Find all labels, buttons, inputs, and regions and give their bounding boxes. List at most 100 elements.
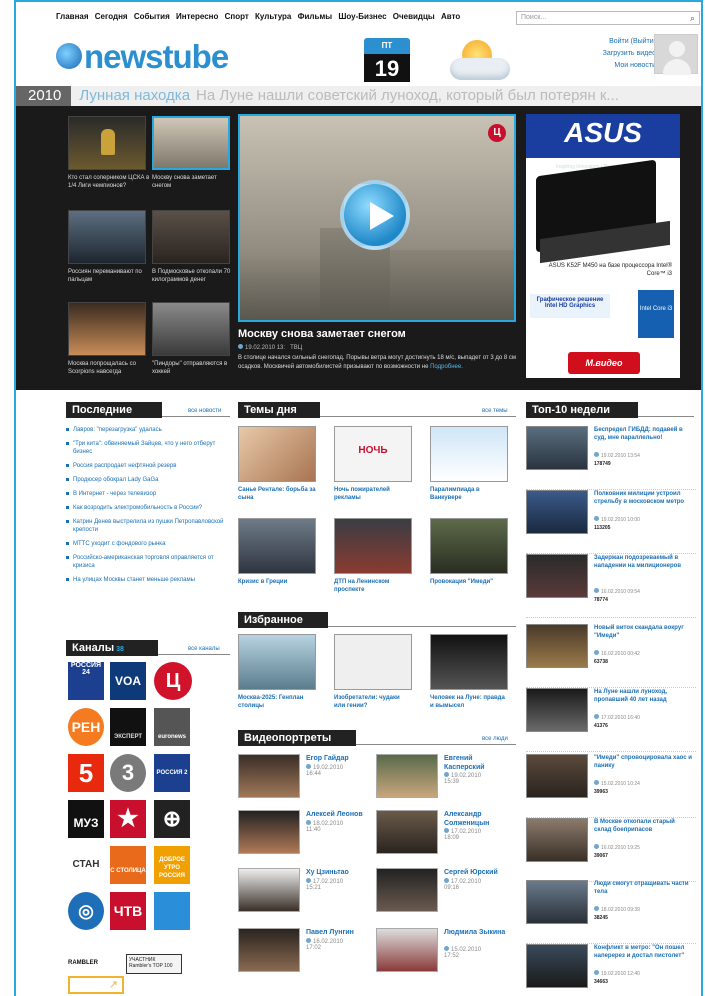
rambler-counter[interactable]: RAMBLER [68, 960, 98, 966]
featured-thumb[interactable] [68, 210, 146, 264]
list-item[interactable]: Россия распродает нефтяной резерв [66, 462, 230, 470]
portrait-item[interactable]: Егор Гайдар 19.02.2010 16:44 [238, 754, 378, 804]
clock-icon [444, 828, 449, 833]
theme-tile[interactable]: Провокация "Имеди" [430, 518, 508, 586]
top10-item[interactable]: Конфликт в метро: "Он пошел наперерез и … [526, 944, 696, 996]
channel-logo[interactable]: РЕН [68, 708, 104, 746]
portrait-item[interactable]: Александр Солженицын 17.02.2010 18:09 [376, 810, 516, 860]
more-link[interactable]: Подробнее. [430, 364, 463, 370]
theme-tile[interactable]: НОЧЬ Ночь пожирателей рекламы [334, 426, 412, 502]
channel-logo[interactable]: ◎ [68, 892, 104, 930]
list-item[interactable]: В Интернет - через телевизор [66, 490, 230, 498]
list-item[interactable]: Лавров: "перезагрузка" удалась [66, 426, 230, 434]
channel-logo[interactable]: VOA [110, 662, 146, 700]
upload-link[interactable]: Загрузить видео [576, 48, 656, 60]
top10-item[interactable]: Задержан подозреваемый в нападении на ми… [526, 554, 696, 618]
portrait-item[interactable]: Сергей Юрский 17.02.2010 09:16 [376, 868, 516, 918]
avatar[interactable] [654, 34, 698, 75]
featured-caption[interactable]: В Подмосковье откопали 70 килограммов де… [152, 268, 234, 284]
featured-thumb[interactable] [152, 210, 230, 264]
top10-item[interactable]: Люди смогут отращивать части тела 18.02.2… [526, 880, 696, 944]
nav-item[interactable]: Спорт [225, 12, 249, 21]
nav-item[interactable]: Шоу-Бизнес [338, 12, 386, 21]
channel-logo[interactable]: ★ [110, 800, 146, 838]
portraits-all-link[interactable]: все люди [482, 736, 508, 742]
channel-logo[interactable]: euronews [154, 708, 190, 746]
rambler-top100-badge[interactable]: УЧАСТНИК Rambler's TOP 100 [126, 954, 182, 974]
news-ticker: 2010 Лунная находка На Луне нашли советски… [16, 86, 701, 106]
featured-caption[interactable]: Москву снова заметает снегом [152, 174, 234, 190]
main-video-description: В столице начался сильный снегопад. Поры… [238, 355, 516, 370]
favorite-tile[interactable]: Изобретатели: чудаки или гении? [334, 634, 412, 710]
featured-caption[interactable]: Россиян переманивают по пальцам [68, 268, 150, 284]
favorite-tile[interactable]: Москва-2025: Генплан столицы [238, 634, 316, 710]
list-item[interactable]: Российско-американская торговля оправляе… [66, 554, 230, 570]
channel-logo[interactable]: СТАН [68, 846, 104, 884]
channel-logo[interactable]: 5 [68, 754, 104, 792]
featured-thumb[interactable] [152, 116, 230, 170]
favorite-tile[interactable]: Человек на Луне: правда и вымысел [430, 634, 508, 710]
theme-tile[interactable]: Кризис в Греции [238, 518, 316, 586]
nav-item[interactable]: Сегодня [95, 12, 128, 21]
channel-logo[interactable]: РОССИЯ 2 [154, 754, 190, 792]
featured-caption[interactable]: "Пиндоры" отправляются в хоккей [152, 360, 234, 376]
featured-thumb[interactable] [68, 302, 146, 356]
channel-logo[interactable]: ЭКСПЕРТ [110, 708, 146, 746]
nav-item[interactable]: Интересно [176, 12, 218, 21]
site-logo[interactable]: newstube [56, 38, 229, 76]
nav-item[interactable]: Главная [56, 12, 89, 21]
login-link[interactable]: Войти (Выйти) [576, 36, 656, 48]
portrait-item[interactable]: Алексей Леонов 18.02.2010 11:40 [238, 810, 378, 860]
channel-logo[interactable]: ДОБРОЕ УТРО РОССИЯ [154, 846, 190, 884]
list-item[interactable]: Как возродить электромобильность в Росси… [66, 504, 230, 512]
theme-tile[interactable]: Паралимпиада в Ванкувере [430, 426, 508, 502]
channel-logo[interactable]: МУЗ [68, 800, 104, 838]
main-video-title[interactable]: Москву снова заметает снегом [238, 328, 406, 340]
nav-item[interactable]: События [134, 12, 170, 21]
featured-caption[interactable]: Кто стал соперником ЦСКА в 1/4 Лиги чемп… [68, 174, 150, 190]
top10-item[interactable]: Беспредел ГИБДД: подавей в суд, мне пара… [526, 426, 696, 490]
list-item[interactable]: На улицах Москвы станет меньше рекламы [66, 576, 230, 584]
nav-item[interactable]: Культура [255, 12, 291, 21]
portrait-item[interactable]: Евгений Касперский 19.02.2010 15:39 [376, 754, 516, 804]
portrait-item[interactable]: Павел Лунгин 16.02.2010 17:02 [238, 928, 378, 978]
channels-all-link[interactable]: все каналы [188, 646, 220, 652]
top10-item[interactable]: "Имеди" спровоцировала хаос и панику 15.0… [526, 754, 696, 818]
search-icon[interactable]: ⌕ [690, 13, 695, 24]
channel-logo[interactable]: РОССИЯ 24 [68, 662, 104, 700]
list-item[interactable]: Продюсер обокрал Lady GaGa [66, 476, 230, 484]
channel-logo[interactable]: Ц [154, 662, 192, 700]
featured-thumb[interactable] [68, 116, 146, 170]
themes-all-link[interactable]: все темы [482, 408, 508, 414]
channel-logo[interactable]: ЧТВ [110, 892, 146, 930]
top10-item[interactable]: В Москве откопали старый склад боеприпас… [526, 818, 696, 882]
channel-logo[interactable] [154, 892, 190, 930]
top10-item[interactable]: Новый виток скандала вокруг "Имеди" 16.02… [526, 624, 696, 688]
asus-ad-banner[interactable]: ASUSInspiring Innovation • Persistent Pe… [526, 114, 680, 378]
search-input[interactable]: Поиск... ⌕ [516, 11, 700, 25]
portrait-item[interactable]: Людмила Зыкина 15.02.2010 17:52 [376, 928, 516, 978]
nav-item[interactable]: Авто [441, 12, 460, 21]
counter-box[interactable]: ↗ [68, 976, 124, 994]
list-item[interactable]: МТТС уходит с фондового рынка [66, 540, 230, 548]
main-video-player[interactable]: Ц [238, 114, 516, 322]
list-item[interactable]: Катрин Денев выстрелила из пушки Петропа… [66, 518, 230, 534]
theme-tile[interactable]: Санье Рентале: борьба за сына [238, 426, 316, 502]
latest-all-link[interactable]: все новости [188, 408, 221, 414]
nav-item[interactable]: Очевидцы [393, 12, 435, 21]
nav-item[interactable]: Фильмы [298, 12, 333, 21]
featured-thumb[interactable] [152, 302, 230, 356]
channel-logo[interactable]: С СТОЛИЦА [110, 846, 146, 884]
my-news-link[interactable]: Мои новости [576, 60, 656, 72]
list-item[interactable]: "Три кита": обвиняемый Зайцев, что у нег… [66, 440, 230, 456]
portrait-item[interactable]: Ху Цзиньтао 17.02.2010 15:21 [238, 868, 378, 918]
top10-item[interactable]: На Луне нашли луноход, пропавший 40 лет … [526, 688, 696, 752]
featured-caption[interactable]: Москва попрощалась со Scorpions навсегда [68, 360, 150, 376]
theme-tile[interactable]: ДТП на Ленинском проспекте [334, 518, 412, 594]
channel-logo[interactable]: ⊕ [154, 800, 190, 838]
ticker-headline[interactable]: Лунная находка [79, 87, 190, 104]
ticker-text[interactable]: На Луне нашли советский луноход, который… [196, 87, 619, 104]
top10-item[interactable]: Полковник милиции устроил стрельбу в мос… [526, 490, 696, 554]
play-icon[interactable] [340, 180, 410, 250]
channel-logo[interactable]: 3 [110, 754, 146, 792]
